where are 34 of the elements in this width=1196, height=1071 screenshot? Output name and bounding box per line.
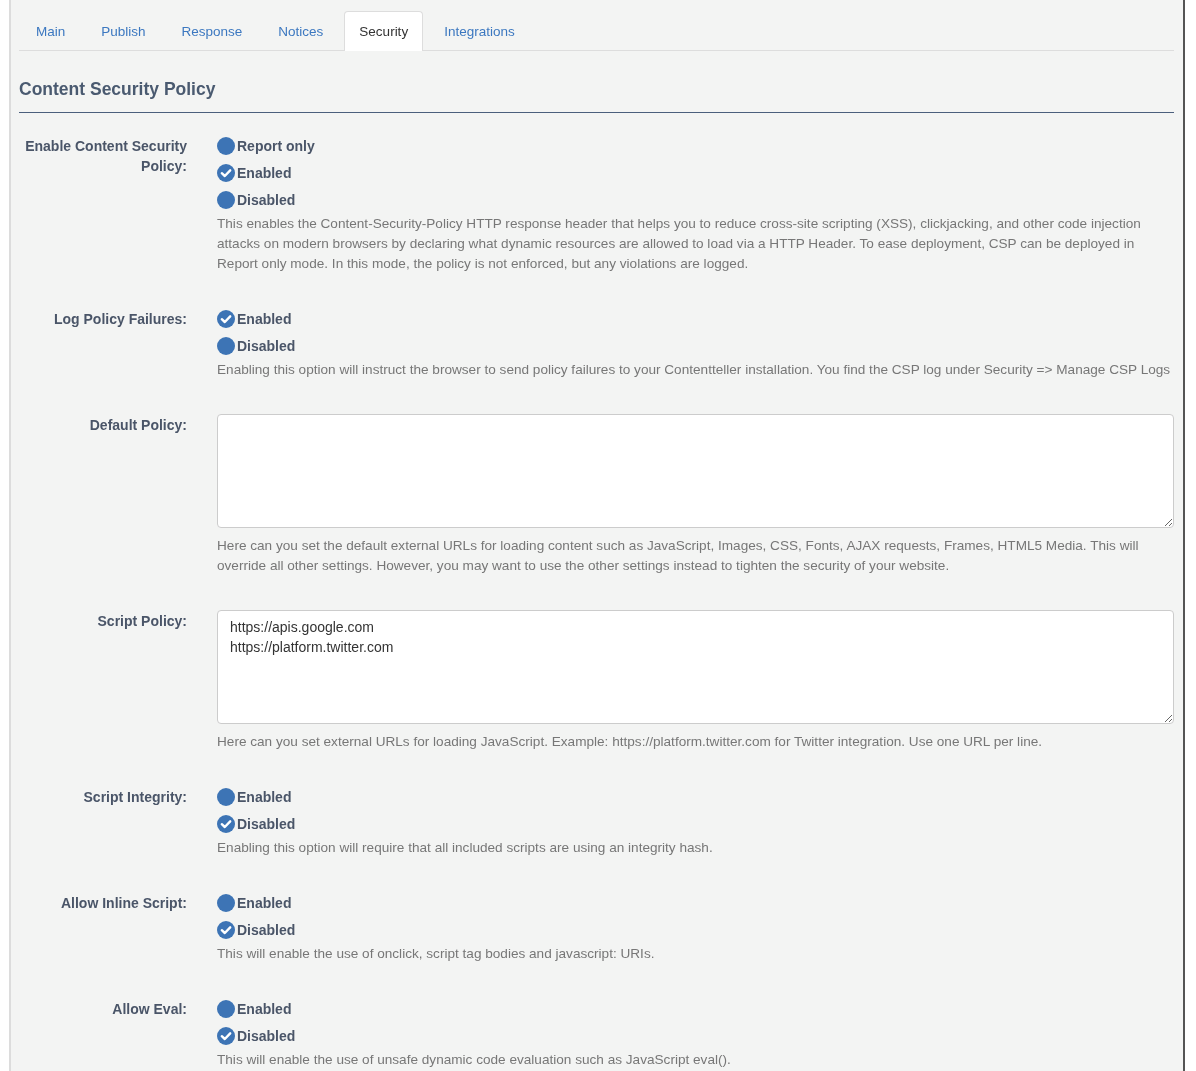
radio-option[interactable]: Report only	[217, 136, 1174, 156]
tab[interactable]: Notices	[263, 11, 339, 51]
help-text: Here can you set external URLs for loading JavaScript. Example: https://platform.twitter.com for Twitter integration. Use one URL per line.	[217, 733, 1044, 751]
field-label: Allow Eval:	[111, 1000, 187, 1019]
tab[interactable]: Publish	[86, 11, 161, 51]
field-label: Default Policy:	[88, 416, 187, 435]
radio-option[interactable]: Enabled	[217, 999, 1174, 1019]
radio-option[interactable]: Disabled	[217, 814, 1174, 834]
radio-option[interactable]: Enabled	[217, 163, 1174, 183]
radio-option[interactable]: Disabled	[217, 1026, 1174, 1046]
radio-option[interactable]: Enabled	[217, 893, 1174, 913]
policy-textarea[interactable]	[217, 414, 1174, 528]
help-text: This will enable the use of unsafe dynamic code evaluation such as JavaScript eval().	[217, 1051, 732, 1069]
help-text: Enabling this option will instruct the browser to send policy failures to your Contentteller installation. You find the CSP log under Security => Manage CSP Logs	[217, 361, 1172, 379]
help-text: This will enable the use of onclick, script tag bodies and javascript: URIs.	[217, 945, 656, 963]
radio-option[interactable]: Disabled	[217, 920, 1174, 940]
policy-textarea[interactable]: https://apis.google.com https://platform.twitter.com	[217, 610, 1174, 724]
help-text: This enables the Content-Security-Policy HTTP response header that helps you to reduce cross-site scripting (XSS), clickjacking, and other code injection attacks on modern browsers by declaring what dynamic resources are allowed to load via a HTTP Header. To ease deployment, CSP can be deployed in Report only mode. In this mode, the policy is not enforced, but any violations are logged.	[217, 215, 1142, 273]
tab[interactable]: Integrations	[429, 11, 530, 51]
help-text: Here can you set the default external URLs for loading content such as JavaScript, Images, CSS, Fonts, AJAX requests, Frames, HTML5 Media. This will override all other settings. However, you may want to use the other settings instead to tighten the security of your website.	[217, 537, 1140, 575]
help-text: Enabling this option will require that all included scripts are using an integrity hash.	[217, 839, 714, 857]
field-label: Allow Inline Script:	[60, 894, 187, 913]
field-label: Log Policy Failures:	[52, 310, 187, 329]
radio-option[interactable]: Enabled	[217, 309, 1174, 329]
tab[interactable]: Main	[21, 11, 81, 51]
field-label: Enable Content Security Policy:	[24, 137, 187, 176]
radio-option[interactable]: Enabled	[217, 787, 1174, 807]
tab[interactable]: Response	[166, 11, 258, 51]
tab[interactable]: Security	[344, 11, 424, 51]
radio-option[interactable]: Disabled	[217, 190, 1174, 210]
section-heading: Content Security Policy	[19, 79, 1174, 113]
radio-option[interactable]: Disabled	[217, 336, 1174, 356]
field-label: Script Policy:	[96, 612, 187, 631]
field-label: Script Integrity:	[82, 788, 187, 807]
